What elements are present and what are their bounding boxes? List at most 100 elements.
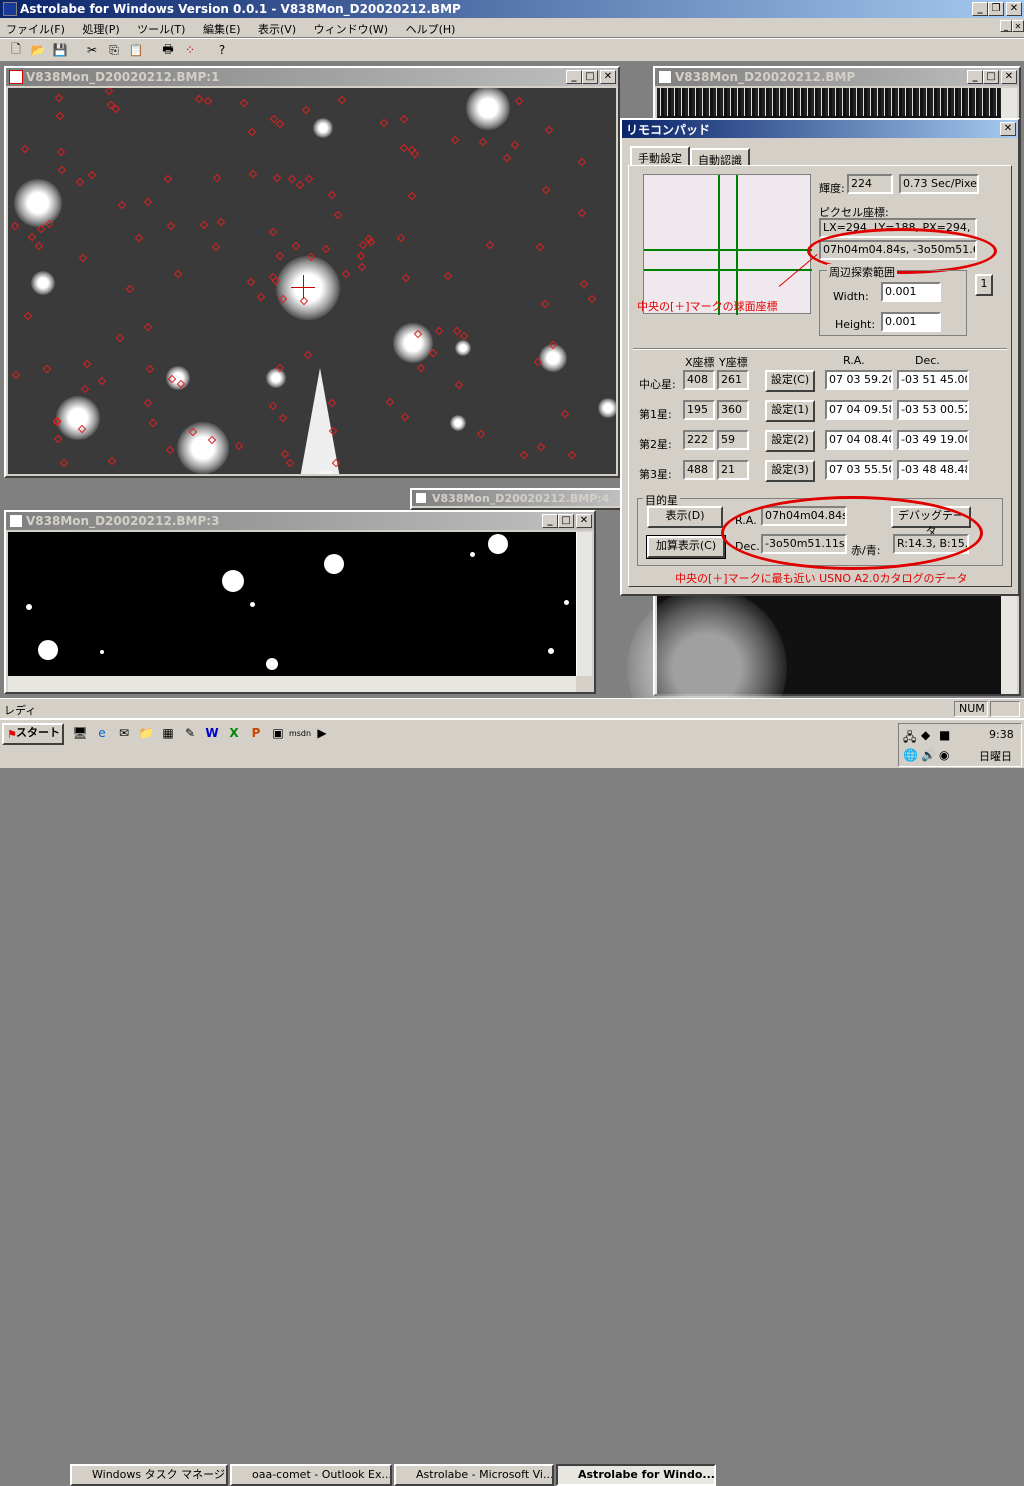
dec-input[interactable]: -03 48 48.48 bbox=[897, 460, 969, 480]
remote-pad-dialog[interactable]: リモコンパッド ✕ 手動設定 自動認識 輝度: 224 0.73 Sec/Pix… bbox=[620, 118, 1020, 596]
start-button[interactable]: ⚑ スタート bbox=[2, 723, 64, 745]
save-icon[interactable]: 💾 bbox=[50, 40, 70, 60]
set-star3-button[interactable]: 設定(3) bbox=[765, 460, 815, 482]
powerpoint-icon[interactable]: P bbox=[246, 723, 266, 743]
restore-button[interactable]: ❐ bbox=[988, 2, 1004, 16]
menu-help[interactable]: ヘルプ(H) bbox=[406, 23, 456, 36]
palette-icon[interactable]: ⁘ bbox=[180, 40, 200, 60]
add-show-button[interactable]: 加算表示(C) bbox=[646, 535, 726, 559]
new-icon[interactable]: 🗋 bbox=[6, 40, 26, 60]
mdi-close-button[interactable]: ✕ bbox=[1012, 20, 1024, 32]
detection-marker bbox=[502, 153, 512, 163]
globe-icon[interactable]: 🌐 bbox=[903, 748, 918, 762]
w2-maximize-button[interactable]: □ bbox=[983, 70, 999, 84]
ra-input[interactable]: 07 04 08.40 bbox=[825, 430, 893, 450]
menu-window[interactable]: ウィンドウ(W) bbox=[314, 23, 388, 36]
close-button[interactable]: ✕ bbox=[1006, 2, 1022, 16]
menu-view[interactable]: 表示(V) bbox=[258, 23, 296, 36]
w2-close-button[interactable]: ✕ bbox=[1001, 70, 1017, 84]
w3-horizontal-scrollbar[interactable] bbox=[8, 676, 576, 692]
word-icon[interactable]: W bbox=[202, 723, 222, 743]
terminal-icon[interactable]: ▣ bbox=[268, 723, 288, 743]
window-1-title-bar[interactable]: V838Mon_D20020212.BMP:1 _ □ ✕ bbox=[6, 68, 618, 86]
mail-icon[interactable]: ✉ bbox=[114, 723, 134, 743]
dec-input[interactable]: -03 51 45.00 bbox=[897, 370, 969, 390]
detection-marker bbox=[519, 450, 529, 460]
network-icon[interactable]: 🖧 bbox=[903, 728, 916, 749]
minimize-button[interactable]: _ bbox=[972, 2, 988, 16]
ra-input[interactable]: 07 04 09.58 bbox=[825, 400, 893, 420]
col-ra-header: R.A. bbox=[843, 354, 865, 367]
width-input[interactable]: 0.001 bbox=[881, 282, 941, 302]
window-1[interactable]: V838Mon_D20020212.BMP:1 _ □ ✕ bbox=[4, 66, 620, 478]
w3-minimize-button[interactable]: _ bbox=[542, 514, 558, 528]
tray-app-icon[interactable]: ◆ bbox=[921, 728, 930, 742]
height-label: Height: bbox=[835, 318, 876, 331]
folder-icon[interactable]: 📁 bbox=[136, 723, 156, 743]
task-visual-studio[interactable]: Astrolabe - Microsoft Vi... bbox=[394, 1464, 554, 1486]
detection-marker bbox=[356, 251, 366, 261]
paste-icon[interactable]: 📋 bbox=[126, 40, 146, 60]
cut-icon[interactable]: ✂ bbox=[82, 40, 102, 60]
w2-minimize-button[interactable]: _ bbox=[967, 70, 983, 84]
copy-icon[interactable]: ⎘ bbox=[104, 40, 124, 60]
search-range-label: 周辺探索範囲 bbox=[827, 264, 897, 280]
tab-manual[interactable]: 手動設定 bbox=[630, 146, 690, 166]
one-button[interactable]: 1 bbox=[975, 274, 993, 296]
w1-close-button[interactable]: ✕ bbox=[600, 70, 616, 84]
ra-input[interactable]: 07 03 55.50 bbox=[825, 460, 893, 480]
show-button[interactable]: 表示(D) bbox=[647, 506, 723, 528]
detection-marker bbox=[295, 180, 305, 190]
menu-process[interactable]: 処理(P) bbox=[82, 23, 119, 36]
height-input[interactable]: 0.001 bbox=[881, 312, 941, 332]
media-icon[interactable]: ▶ bbox=[312, 723, 332, 743]
calculator-icon[interactable]: ▦ bbox=[158, 723, 178, 743]
set-center-button[interactable]: 設定(C) bbox=[765, 370, 815, 392]
detection-marker bbox=[535, 242, 545, 252]
tab-auto[interactable]: 自動認識 bbox=[690, 148, 750, 167]
detection-marker bbox=[59, 458, 69, 468]
window-3-title-bar[interactable]: V838Mon_D20020212.BMP:3 _ □ ✕ bbox=[6, 512, 594, 530]
task-astrolabe[interactable]: Astrolabe for Windo... bbox=[556, 1464, 716, 1486]
dec-input[interactable]: -03 53 00.52 bbox=[897, 400, 969, 420]
detection-marker bbox=[125, 284, 135, 294]
help-icon[interactable]: ? bbox=[212, 40, 232, 60]
w1-minimize-button[interactable]: _ bbox=[566, 70, 582, 84]
msdn-icon[interactable]: msdn bbox=[289, 723, 311, 743]
task-outlook[interactable]: oaa-comet - Outlook Ex... bbox=[230, 1464, 392, 1486]
print-icon[interactable]: 🖶 bbox=[158, 40, 178, 60]
w1-maximize-button[interactable]: □ bbox=[582, 70, 598, 84]
volume-icon[interactable]: 🔊 bbox=[921, 748, 936, 762]
window-4[interactable]: V838Mon_D20020212.BMP:4 bbox=[410, 488, 624, 510]
browser-icon[interactable]: e bbox=[92, 723, 112, 743]
window-3[interactable]: V838Mon_D20020212.BMP:3 _ □ ✕ bbox=[4, 510, 596, 694]
binary-image[interactable] bbox=[8, 532, 576, 676]
w3-close-button[interactable]: ✕ bbox=[576, 514, 592, 528]
num-indicator: NUM bbox=[954, 701, 988, 717]
menu-tools[interactable]: ツール(T) bbox=[137, 23, 185, 36]
set-star1-button[interactable]: 設定(1) bbox=[765, 400, 815, 422]
menu-edit[interactable]: 編集(E) bbox=[203, 23, 241, 36]
detection-marker bbox=[536, 442, 546, 452]
menu-file[interactable]: ファイル(F) bbox=[6, 23, 65, 36]
set-star2-button[interactable]: 設定(2) bbox=[765, 430, 815, 452]
open-icon[interactable]: 📂 bbox=[28, 40, 48, 60]
excel-icon[interactable]: X bbox=[224, 723, 244, 743]
w3-vertical-scrollbar[interactable] bbox=[576, 532, 592, 676]
mdi-minimize-button[interactable]: _ bbox=[1000, 20, 1012, 32]
desktop-icon[interactable]: 🖥 bbox=[70, 723, 90, 743]
ra-input[interactable]: 07 03 59.20 bbox=[825, 370, 893, 390]
remote-pad-title-bar[interactable]: リモコンパッド ✕ bbox=[622, 120, 1018, 138]
background-star bbox=[56, 396, 100, 440]
background-star bbox=[266, 368, 286, 388]
task-taskmanager[interactable]: Windows タスク マネージャ bbox=[70, 1464, 228, 1486]
window-4-title-bar[interactable]: V838Mon_D20020212.BMP:4 bbox=[412, 490, 622, 506]
window-2-title-bar[interactable]: V838Mon_D20020212.BMP _ □ ✕ bbox=[655, 68, 1019, 86]
dec-input[interactable]: -03 49 19.00 bbox=[897, 430, 969, 450]
paint-icon[interactable]: ✎ bbox=[180, 723, 200, 743]
remote-close-button[interactable]: ✕ bbox=[1000, 122, 1016, 136]
w3-maximize-button[interactable]: □ bbox=[558, 514, 574, 528]
star-field-image[interactable] bbox=[8, 88, 616, 474]
tray-misc-icon[interactable]: ◉ bbox=[939, 748, 949, 762]
tray-status-icon[interactable]: ■ bbox=[939, 728, 950, 742]
